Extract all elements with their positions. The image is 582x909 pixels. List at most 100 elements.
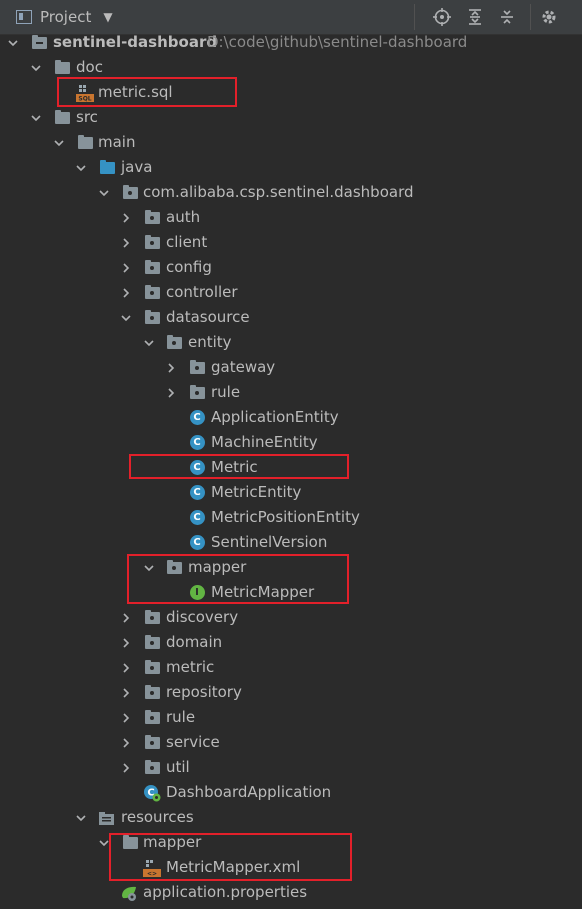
tree-row-entity[interactable]: entity — [0, 330, 582, 355]
tree-row-auth[interactable]: auth — [0, 205, 582, 230]
tree-row-client[interactable]: client — [0, 230, 582, 255]
package-icon — [143, 609, 161, 627]
tree-item-label: util — [166, 758, 190, 776]
tree-row-datasource[interactable]: datasource — [0, 305, 582, 330]
package-icon — [143, 734, 161, 752]
chevron-right-icon[interactable] — [120, 637, 132, 649]
tree-row-metric-entity[interactable]: C MetricEntity — [0, 480, 582, 505]
class-icon: C — [188, 484, 206, 502]
chevron-right-icon[interactable] — [120, 287, 132, 299]
tree-item-label: config — [166, 258, 212, 276]
gear-icon[interactable] — [539, 7, 559, 27]
chevron-down-icon[interactable] — [98, 187, 110, 199]
package-icon — [165, 334, 183, 352]
tree-row-domain[interactable]: domain — [0, 630, 582, 655]
tree-item-label: discovery — [166, 608, 239, 626]
chevron-right-icon[interactable] — [120, 762, 132, 774]
class-icon: C — [188, 409, 206, 427]
highlight-box-metric-sql — [57, 77, 237, 107]
package-icon — [143, 284, 161, 302]
project-view-selector[interactable]: Project ▼ — [16, 8, 113, 26]
tree-item-label: service — [166, 733, 220, 751]
tree-row-config[interactable]: config — [0, 255, 582, 280]
expand-all-icon[interactable] — [465, 7, 485, 27]
tree-item-label: MetricPositionEntity — [211, 508, 360, 526]
tree-row-controller[interactable]: controller — [0, 280, 582, 305]
tree-row-metric-package[interactable]: metric — [0, 655, 582, 680]
spring-properties-icon — [120, 884, 138, 902]
package-icon — [143, 209, 161, 227]
collapse-all-icon[interactable] — [497, 7, 517, 27]
tree-item-label: domain — [166, 633, 223, 651]
highlight-box-metric-class — [129, 454, 349, 479]
tree-row-java[interactable]: java — [0, 155, 582, 180]
package-icon — [143, 259, 161, 277]
chevron-down-icon[interactable] — [75, 812, 87, 824]
package-icon — [188, 384, 206, 402]
tree-row-resources[interactable]: resources — [0, 805, 582, 830]
toolbar-divider — [530, 4, 531, 30]
package-icon — [143, 634, 161, 652]
tree-item-label: datasource — [166, 308, 250, 326]
tree-row-service[interactable]: service — [0, 730, 582, 755]
tree-row-root[interactable]: sentinel-dashboard D:\code\github\sentin… — [0, 30, 582, 55]
package-icon — [143, 684, 161, 702]
tree-item-label: gateway — [211, 358, 276, 376]
tree-row-machine-entity[interactable]: C MachineEntity — [0, 430, 582, 455]
chevron-right-icon[interactable] — [120, 237, 132, 249]
chevron-right-icon[interactable] — [120, 712, 132, 724]
tree-row-application-entity[interactable]: C ApplicationEntity — [0, 405, 582, 430]
locate-icon[interactable] — [432, 7, 452, 27]
chevron-right-icon[interactable] — [120, 262, 132, 274]
tree-row-util[interactable]: util — [0, 755, 582, 780]
tree-row-sentinel-version[interactable]: C SentinelVersion — [0, 530, 582, 555]
chevron-right-icon[interactable] — [120, 687, 132, 699]
tree-row-metric-position-entity[interactable]: C MetricPositionEntity — [0, 505, 582, 530]
tree-row-package-dashboard[interactable]: com.alibaba.csp.sentinel.dashboard — [0, 180, 582, 205]
class-icon: C — [188, 534, 206, 552]
tree-row-main[interactable]: main — [0, 130, 582, 155]
root-module-name: sentinel-dashboard — [53, 33, 218, 51]
tree-item-label: DashboardApplication — [166, 783, 332, 801]
chevron-down-icon[interactable] — [120, 312, 132, 324]
tree-row-application-properties[interactable]: application.properties — [0, 880, 582, 905]
highlight-box-mapper — [127, 554, 349, 604]
tree-item-label: auth — [166, 208, 201, 226]
chevron-right-icon[interactable] — [120, 737, 132, 749]
tree-item-label: rule — [211, 383, 241, 401]
tree-row-dashboard-application[interactable]: C DashboardApplication — [0, 780, 582, 805]
tree-row-rule[interactable]: rule — [0, 705, 582, 730]
class-icon: C — [188, 434, 206, 452]
resources-folder-icon — [98, 809, 116, 827]
toolbar-divider — [414, 4, 415, 30]
tree-item-label: main — [98, 133, 136, 151]
chevron-right-icon[interactable] — [165, 362, 177, 374]
folder-icon — [76, 134, 94, 152]
tree-item-label: repository — [166, 683, 242, 701]
chevron-right-icon[interactable] — [120, 612, 132, 624]
chevron-down-icon[interactable] — [143, 337, 155, 349]
tree-row-discovery[interactable]: discovery — [0, 605, 582, 630]
tree-item-label: java — [121, 158, 153, 176]
chevron-down-icon[interactable] — [75, 162, 87, 174]
package-icon — [121, 184, 139, 202]
tree-row-entity-rule[interactable]: rule — [0, 380, 582, 405]
chevron-right-icon[interactable] — [120, 212, 132, 224]
chevron-down-icon: ▼ — [103, 10, 113, 24]
chevron-right-icon[interactable] — [120, 662, 132, 674]
chevron-down-icon[interactable] — [30, 112, 42, 124]
tree-row-repository[interactable]: repository — [0, 680, 582, 705]
tree-row-src[interactable]: src — [0, 105, 582, 130]
spring-boot-class-icon: C — [143, 784, 161, 802]
chevron-down-icon[interactable] — [30, 62, 42, 74]
tree-item-label: client — [166, 233, 208, 251]
tree-row-gateway[interactable]: gateway — [0, 355, 582, 380]
chevron-down-icon[interactable] — [7, 37, 19, 49]
folder-icon — [53, 59, 71, 77]
chevron-right-icon[interactable] — [165, 387, 177, 399]
package-icon — [143, 709, 161, 727]
source-folder-icon — [98, 159, 116, 177]
package-icon — [143, 309, 161, 327]
chevron-down-icon[interactable] — [53, 137, 65, 149]
tree-item-label: ApplicationEntity — [211, 408, 339, 426]
